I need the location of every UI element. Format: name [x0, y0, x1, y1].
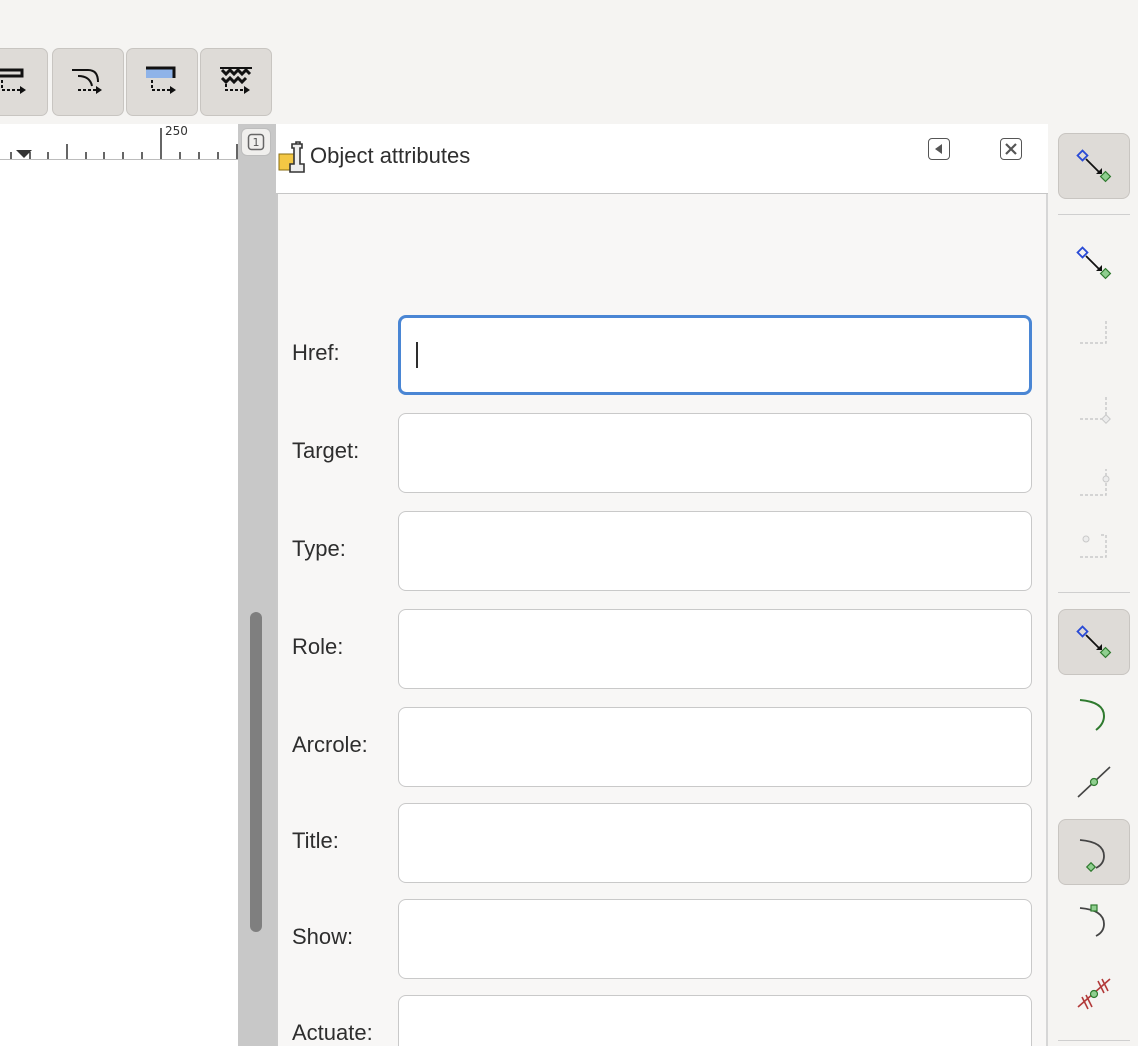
graph-layout-icon — [220, 67, 252, 94]
node-tool-button[interactable] — [1058, 133, 1130, 199]
curve-green-icon — [1079, 699, 1106, 731]
corner-tool-button[interactable] — [1058, 298, 1130, 364]
corner-diamond-icon — [1080, 395, 1111, 424]
arcrole-label: Arcrole: — [292, 732, 368, 757]
ruler-ticks — [10, 128, 238, 159]
connector-curved-icon — [72, 69, 102, 94]
corner-pin-icon — [1080, 469, 1110, 496]
title-label: Title: — [292, 828, 339, 853]
corner-circle-tool-button[interactable] — [1058, 510, 1130, 576]
show-input[interactable] — [398, 899, 1032, 979]
connector-straight-button[interactable] — [0, 48, 48, 116]
scrollbar-thumb[interactable] — [250, 612, 262, 932]
break-path-tool-button[interactable] — [1058, 960, 1130, 1026]
dialog-close-button[interactable] — [1000, 138, 1022, 160]
type-label: Type: — [292, 536, 346, 561]
href-label: Href: — [292, 340, 340, 365]
role-label: Role: — [292, 634, 344, 659]
connector-graph-layout-button[interactable] — [200, 48, 272, 116]
horizontal-ruler: 250 — [0, 124, 238, 160]
node-editor-active-button[interactable] — [1058, 609, 1130, 675]
node-select-button[interactable] — [1058, 230, 1130, 296]
target-input[interactable] — [398, 413, 1032, 493]
line-node-icon — [1077, 766, 1111, 798]
dialog-title: Object attributes — [310, 143, 471, 168]
page-number-button[interactable]: 1 — [241, 128, 271, 156]
connector-curved-button[interactable] — [52, 48, 124, 116]
line-node-tool-button[interactable] — [1058, 748, 1130, 814]
corner-diamond-tool-button[interactable] — [1058, 376, 1130, 442]
corner-pin-tool-button[interactable] — [1058, 450, 1130, 516]
curve-tool-button[interactable] — [1058, 681, 1130, 747]
top-toolbar — [0, 0, 1138, 124]
target-label: Target: — [292, 438, 360, 463]
curve-handle-tool-button[interactable] — [1058, 887, 1130, 953]
actuate-label: Actuate: — [292, 1020, 373, 1045]
title-input[interactable] — [398, 803, 1032, 883]
connector-spacing-icon — [146, 66, 176, 94]
page-badge-icon: 1 — [247, 133, 265, 151]
node-edit-icon — [1076, 625, 1112, 659]
arcrole-input[interactable] — [398, 707, 1032, 787]
connector-spacing-button[interactable] — [126, 48, 198, 116]
href-input[interactable] — [398, 315, 1032, 395]
break-path-icon — [1077, 978, 1111, 1010]
connector-orthogonal-icon — [0, 68, 26, 94]
drawing-canvas[interactable] — [0, 160, 238, 1046]
actuate-input[interactable] — [398, 995, 1032, 1046]
corner-dashed-icon — [1080, 319, 1107, 344]
close-icon — [1005, 143, 1017, 155]
curve-handle-icon — [1079, 904, 1105, 937]
triangle-left-icon — [935, 144, 942, 154]
node-edit-icon — [1076, 246, 1112, 280]
type-input[interactable] — [398, 511, 1032, 591]
object-attributes-icon — [278, 141, 305, 173]
dialog-dock-button[interactable] — [928, 138, 950, 160]
toolbar-separator — [1058, 214, 1130, 215]
page-badge-label: 1 — [253, 136, 260, 149]
corner-circle-icon — [1080, 534, 1107, 558]
role-input[interactable] — [398, 609, 1032, 689]
curve-node-tool-button[interactable] — [1058, 819, 1130, 885]
toolbar-separator — [1058, 1040, 1130, 1041]
node-edit-icon — [1076, 149, 1112, 183]
toolbar-separator — [1058, 592, 1130, 593]
curve-node-icon — [1079, 839, 1105, 872]
ruler-label: 250 — [165, 124, 188, 138]
text-caret — [416, 342, 418, 368]
show-label: Show: — [292, 924, 354, 949]
